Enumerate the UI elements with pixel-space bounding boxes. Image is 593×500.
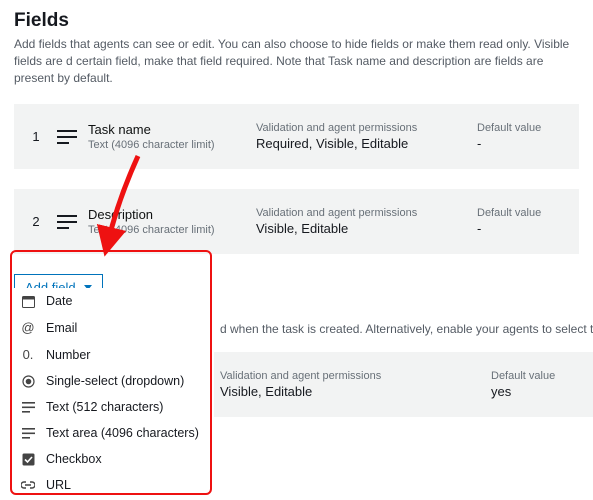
default-value: yes xyxy=(491,384,581,399)
checkbox-icon xyxy=(20,453,36,466)
at-icon: @ xyxy=(20,320,36,335)
validation-label: Validation and agent permissions xyxy=(256,207,469,219)
dropdown-item-date[interactable]: Date xyxy=(14,288,214,314)
calendar-icon xyxy=(20,295,36,308)
section-help: Add fields that agents can see or edit. … xyxy=(14,36,579,86)
validation-value: Required, Visible, Editable xyxy=(256,136,469,151)
number-icon: 0. xyxy=(20,347,36,362)
field-row[interactable]: 1 Task name Text (4096 character limit) … xyxy=(14,104,579,169)
default-label: Default value xyxy=(491,370,581,382)
validation-label: Validation and agent permissions xyxy=(256,122,469,134)
dropdown-item-label: Date xyxy=(46,294,72,308)
dropdown-item-label: Single-select (dropdown) xyxy=(46,374,184,388)
dropdown-item-label: Email xyxy=(46,321,77,335)
validation-label: Validation and agent permissions xyxy=(220,370,483,382)
dropdown-item-label: Text (512 characters) xyxy=(46,400,163,414)
dropdown-item-textarea[interactable]: Text area (4096 characters) xyxy=(14,420,214,446)
field-name: Description xyxy=(88,207,256,222)
field-name: Task name xyxy=(88,122,256,137)
add-field-dropdown: Date @ Email 0. Number Single-select (dr… xyxy=(14,288,214,498)
link-icon xyxy=(20,481,36,490)
field-index: 1 xyxy=(26,129,46,144)
field-subtype: Text (4096 character limit) xyxy=(88,139,256,151)
text-lines-icon xyxy=(20,402,36,413)
dropdown-item-number[interactable]: 0. Number xyxy=(14,341,214,368)
field-subtype: Text (4096 character limit) xyxy=(88,224,256,236)
default-value: - xyxy=(477,136,567,151)
default-value: - xyxy=(477,221,567,236)
dropdown-item-email[interactable]: @ Email xyxy=(14,314,214,341)
text-lines-icon xyxy=(54,215,80,229)
field-list: 1 Task name Text (4096 character limit) … xyxy=(14,104,579,254)
dropdown-item-url[interactable]: URL xyxy=(14,472,214,498)
text-lines-icon xyxy=(20,428,36,439)
radio-icon xyxy=(20,375,36,388)
default-label: Default value xyxy=(477,122,567,134)
default-label: Default value xyxy=(477,207,567,219)
dropdown-item-label: Number xyxy=(46,348,90,362)
dropdown-item-label: Checkbox xyxy=(46,452,102,466)
text-lines-icon xyxy=(54,130,80,144)
dropdown-item-single-select[interactable]: Single-select (dropdown) xyxy=(14,368,214,394)
dropdown-item-text[interactable]: Text (512 characters) xyxy=(14,394,214,420)
section-title: Fields xyxy=(14,10,579,32)
field-row[interactable]: 2 Description Text (4096 character limit… xyxy=(14,189,579,254)
validation-value: Visible, Editable xyxy=(220,384,483,399)
dropdown-item-label: Text area (4096 characters) xyxy=(46,426,199,440)
field-index: 2 xyxy=(26,214,46,229)
validation-value: Visible, Editable xyxy=(256,221,469,236)
fields-panel: Fields Add fields that agents can see or… xyxy=(0,0,593,301)
dropdown-item-checkbox[interactable]: Checkbox xyxy=(14,446,214,472)
dropdown-item-label: URL xyxy=(46,478,71,492)
